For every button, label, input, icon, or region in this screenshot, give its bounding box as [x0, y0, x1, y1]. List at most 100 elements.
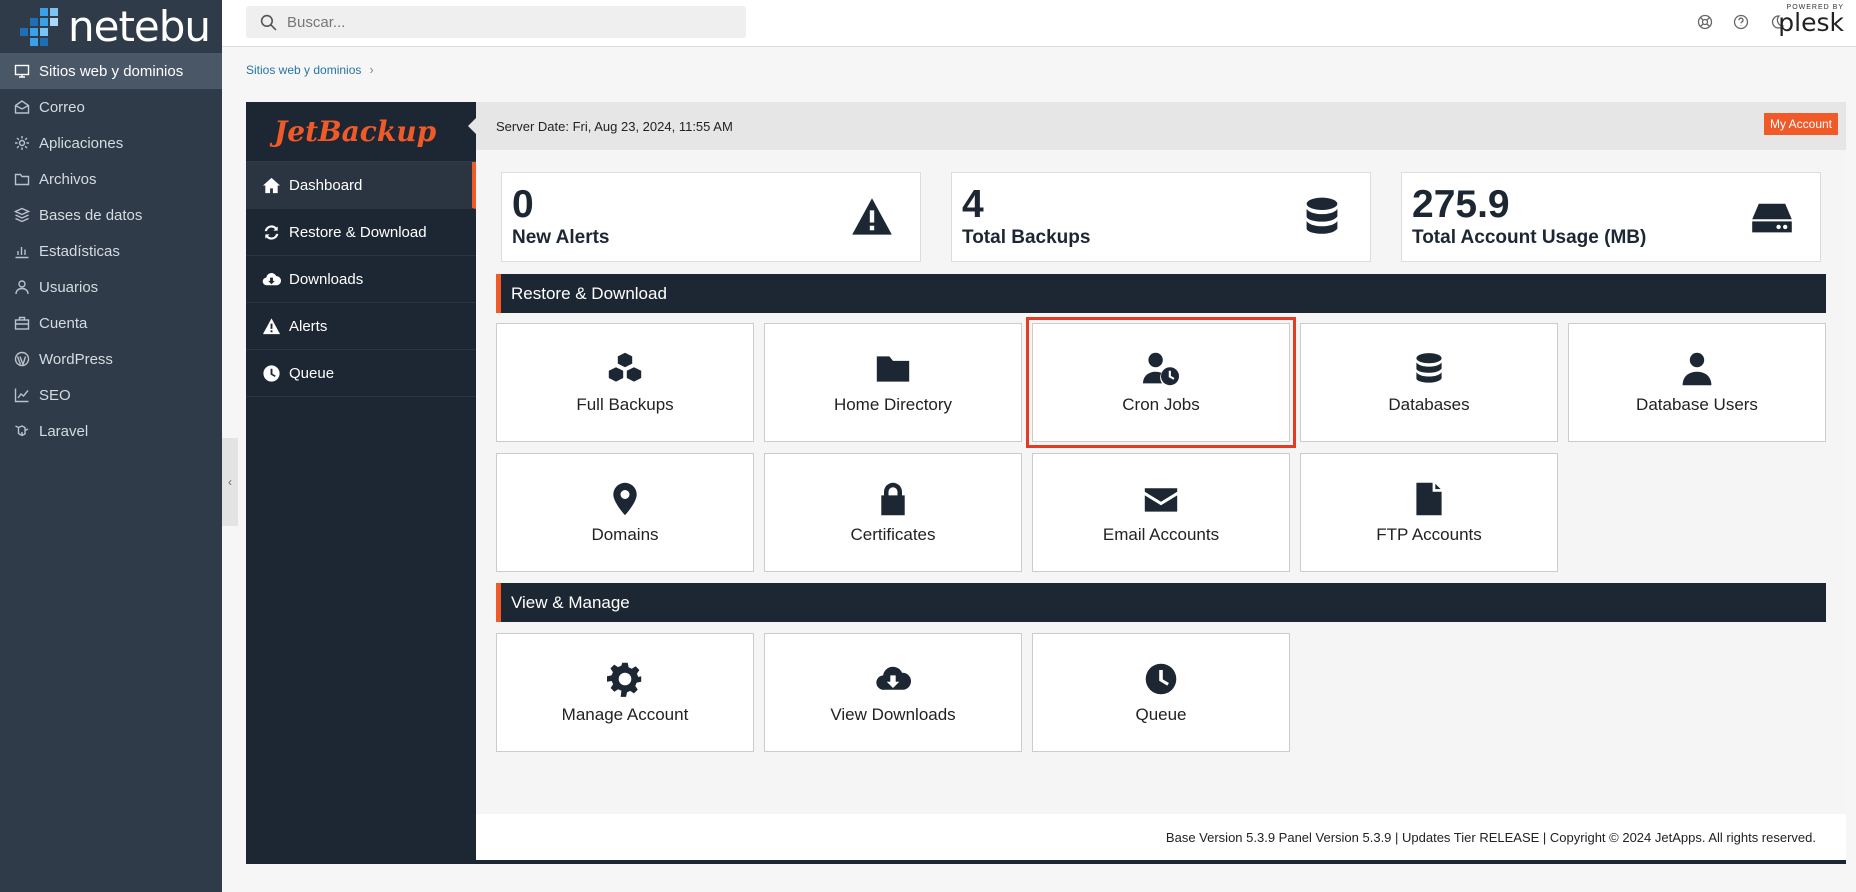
sidebar-item-label: WordPress	[39, 350, 113, 368]
sidebar-item-label: Sitios web y dominios	[39, 62, 184, 80]
jb-nav-label: Dashboard	[289, 176, 363, 194]
sidebar-item-seo[interactable]: SEO	[0, 377, 222, 413]
sidebar-item-bases-de-datos[interactable]: Bases de datos	[0, 197, 222, 233]
sidebar-item-wordpress[interactable]: WordPress	[0, 341, 222, 377]
tile-label: FTP Accounts	[1376, 524, 1482, 544]
sidebar-item-sitios[interactable]: Sitios web y dominios	[0, 53, 222, 89]
tile-domains[interactable]: Domains	[496, 453, 754, 572]
home-icon	[262, 177, 281, 193]
jb-nav-alerts[interactable]: Alerts	[246, 303, 476, 350]
plesk-brand: POWERED BY plesk	[1778, 4, 1844, 35]
stat-card-backups: 4 Total Backups	[951, 172, 1371, 262]
wordpress-icon	[14, 351, 30, 367]
section-view-manage: View & Manage	[496, 583, 1826, 622]
sidebar-item-estadisticas[interactable]: Estadísticas	[0, 233, 222, 269]
search-input[interactable]	[287, 13, 727, 31]
sidebar-item-correo[interactable]: Correo	[0, 89, 222, 125]
jb-nav-label: Queue	[289, 364, 335, 382]
mail-icon	[14, 99, 30, 115]
sidebar-item-label: Laravel	[39, 422, 89, 440]
netebu-logo[interactable]: netebu	[0, 0, 222, 53]
sidebar-item-label: Bases de datos	[39, 206, 143, 224]
tile-label: Home Directory	[833, 394, 953, 414]
cog-icon	[607, 662, 642, 697]
tile-database-users[interactable]: Database Users	[1568, 323, 1826, 442]
lock-icon	[881, 482, 905, 515]
jb-nav-label: Downloads	[289, 270, 364, 288]
lifebuoy-icon[interactable]	[1696, 13, 1714, 31]
warning-icon	[850, 195, 894, 239]
help-icon[interactable]	[1732, 13, 1750, 31]
jb-nav-dashboard[interactable]: Dashboard	[246, 162, 476, 209]
monitor-icon	[14, 63, 30, 79]
tile-label: Email Accounts	[1102, 524, 1220, 544]
tile-label: Certificates	[850, 524, 936, 544]
jb-nav-downloads[interactable]: Downloads	[246, 256, 476, 303]
tile-email-accounts[interactable]: Email Accounts	[1032, 453, 1290, 572]
user-tie-icon	[1682, 352, 1712, 385]
tile-manage-account[interactable]: Manage Account	[496, 633, 754, 752]
tile-home-directory[interactable]: Home Directory	[764, 323, 1022, 442]
plesk-sidebar: netebu Sitios web y dominios Correo Apli…	[0, 0, 222, 892]
tile-ftp-accounts[interactable]: FTP Accounts	[1300, 453, 1558, 572]
my-account-button[interactable]: My Account	[1763, 113, 1838, 135]
chevron-right-icon: ›	[369, 62, 374, 77]
jb-nav-label: Restore & Download	[289, 223, 427, 241]
sync-icon	[264, 224, 279, 240]
tile-view-downloads[interactable]: View Downloads	[764, 633, 1022, 752]
tile-queue[interactable]: Queue	[1032, 633, 1290, 752]
stat-card-usage: 275.9 Total Account Usage (MB)	[1401, 172, 1821, 262]
jetbackup-logo[interactable]: JetBackup	[246, 102, 476, 162]
cloud-download-icon	[262, 272, 281, 285]
jb-nav-queue[interactable]: Queue	[246, 350, 476, 397]
sidebar-item-aplicaciones[interactable]: Aplicaciones	[0, 125, 222, 161]
tile-label: Database Users	[1636, 394, 1758, 414]
sidebar-item-cuenta[interactable]: Cuenta	[0, 305, 222, 341]
sidebar-item-archivos[interactable]: Archivos	[0, 161, 222, 197]
tile-cron-jobs[interactable]: Cron Jobs	[1026, 317, 1296, 448]
tile-label: View Downloads	[830, 704, 956, 724]
sidebar-item-label: Correo	[39, 98, 85, 116]
jetbackup-main: Server Date: Fri, Aug 23, 2024, 11:55 AM…	[468, 102, 1846, 864]
tile-certificates[interactable]: Certificates	[764, 453, 1022, 572]
breadcrumb: Sitios web y dominios ›	[246, 62, 374, 77]
tile-label: Manage Account	[561, 704, 689, 724]
server-date: Server Date: Fri, Aug 23, 2024, 11:55 AM	[496, 118, 733, 134]
sidebar-item-label: SEO	[39, 386, 71, 404]
cloud-download-icon	[876, 666, 912, 690]
sidebar-item-laravel[interactable]: Laravel	[0, 413, 222, 449]
top-icons	[1696, 13, 1786, 31]
database-icon	[1300, 195, 1344, 239]
sidebar-item-label: Aplicaciones	[39, 134, 124, 152]
stat-card-alerts: 0 New Alerts	[501, 172, 921, 262]
jb-footer: Base Version 5.3.9 Panel Version 5.3.9 |…	[476, 814, 1846, 864]
user-icon	[14, 279, 30, 295]
chevron-left-icon: ‹	[228, 475, 232, 489]
trend-icon	[14, 387, 30, 403]
hard-drive-icon	[1750, 195, 1794, 239]
search-box[interactable]	[246, 6, 746, 38]
laravel-icon	[14, 423, 30, 439]
breadcrumb-link[interactable]: Sitios web y dominios	[246, 63, 361, 77]
briefcase-icon	[14, 315, 30, 331]
user-clock-icon	[1143, 352, 1180, 385]
database-icon	[1416, 352, 1442, 383]
tile-databases[interactable]: Databases	[1300, 323, 1558, 442]
clock-icon	[263, 364, 280, 382]
tile-label: Cron Jobs	[1122, 394, 1200, 414]
jb-nav-restore-download[interactable]: Restore & Download	[246, 209, 476, 256]
sidebar-collapse-handle[interactable]: ‹	[222, 438, 238, 526]
warning-icon	[262, 317, 281, 334]
search-icon	[260, 14, 277, 31]
tile-label: Databases	[1388, 394, 1470, 414]
sidebar-item-label: Usuarios	[39, 278, 99, 296]
tile-label: Queue	[1135, 704, 1187, 724]
folder-icon	[876, 355, 910, 382]
cubes-icon	[608, 352, 642, 382]
folder-icon	[14, 171, 30, 187]
layers-icon	[14, 207, 30, 223]
sidebar-item-usuarios[interactable]: Usuarios	[0, 269, 222, 305]
netebu-logo-icon	[20, 7, 58, 46]
tile-label: Full Backups	[576, 394, 674, 414]
tile-full-backups[interactable]: Full Backups	[496, 323, 754, 442]
